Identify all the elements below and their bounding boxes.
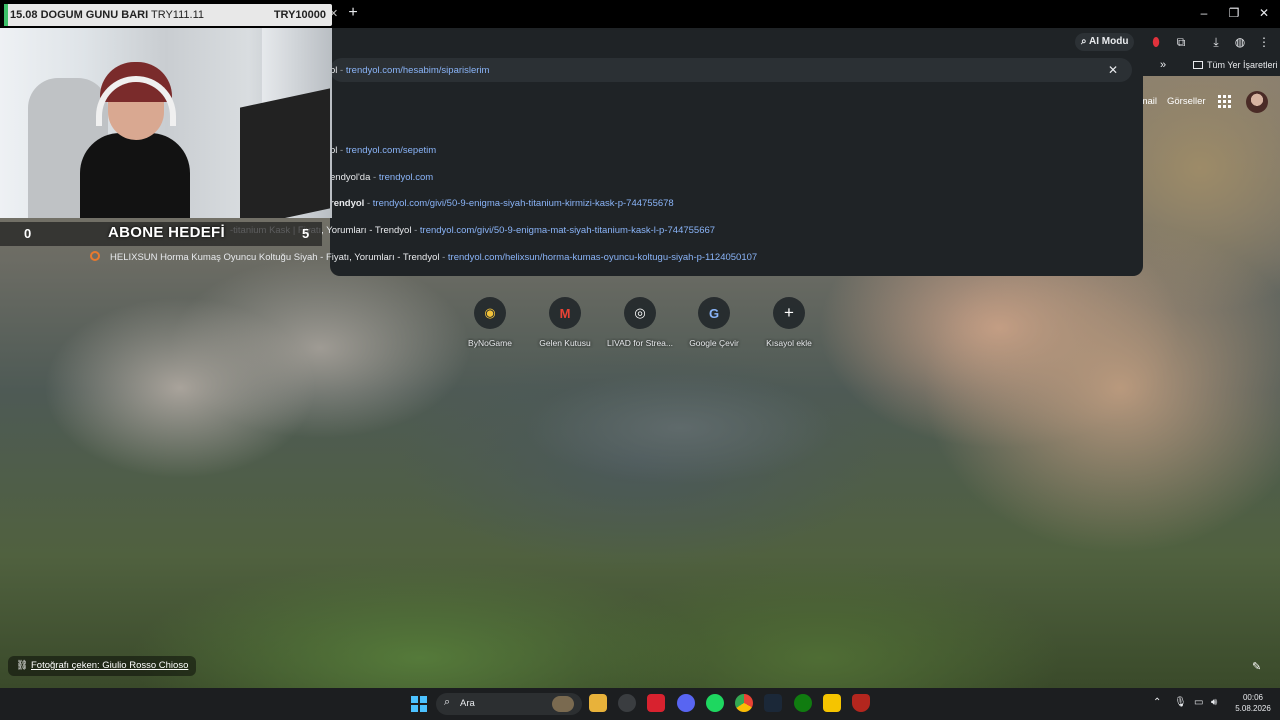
google-apps-icon[interactable] [1218,95,1232,109]
suggestion-title: HELIXSUN Horma Kumaş Oyuncu Koltuğu Siya… [110,252,440,263]
shortcut-label: Gelen Kutusu [539,338,591,348]
shortcut-label: Google Çevir [689,338,739,348]
taskbar-clock[interactable]: 00:06 5.08.2026 [1232,692,1274,714]
livad-icon: ◎ [624,297,656,329]
suggestion-url: trendyol.com/helixsun/horma-kumas-oyuncu… [447,252,758,263]
bynogame-icon: ◉ [474,297,506,329]
folder-icon [1193,61,1203,69]
donation-target-amount: TRY10000 [273,9,326,21]
subscriber-goal-title: ABONE HEDEFİ [108,224,225,241]
search-icon: ⌕ [1081,36,1090,47]
ai-mode-label: AI Modu [1089,36,1129,47]
search-placeholder: Ara [460,698,475,709]
omnibox-suggestion[interactable]: HELIXSUN Horma Kumaş Oyuncu Koltuğu Siya… [90,251,757,263]
suggestion-title: rendyol [330,198,365,209]
discord-icon[interactable] [677,694,695,712]
webcam-monitor [240,88,330,218]
spotify-icon[interactable] [706,694,724,712]
new-tab-button[interactable]: + [344,4,362,22]
google-translate-icon: G [698,297,730,329]
add-shortcut-button[interactable]: + Kısayol ekle [754,297,824,348]
chrome-icon[interactable] [735,694,753,712]
shield-icon[interactable] [852,694,870,712]
suggestion-url: trendyol.com/givi/50-9-enigma-mat-siyah-… [419,225,716,236]
windows-start-icon[interactable] [411,696,427,712]
taskbar [0,688,1280,720]
all-bookmarks-label: Tüm Yer İşaretleri [1207,60,1278,70]
subscriber-goal-target: 5 [302,226,310,241]
images-link[interactable]: Görseller [1167,96,1206,107]
suggestion-separator: - [337,145,346,156]
suggestion-separator: - [370,172,379,183]
network-icon[interactable]: ▭ [1194,697,1203,708]
gmail-link[interactable]: Gmail [1143,96,1157,110]
ai-mode-button[interactable]: ⌕ AI Modu [1075,33,1135,51]
donation-goal-title: 15.08 DOGUM GUNU BARI [10,9,149,21]
photo-credit-link[interactable]: ⛓ Fotoğrafı çeken: Giulio Rosso Chioso [8,656,197,676]
shortcut-bynogame[interactable]: ◉ ByNoGame [455,297,525,348]
close-window-button[interactable]: ✕ [1256,6,1272,20]
suggestion-separator: - [411,225,420,236]
add-icon: + [773,297,805,329]
app-icon[interactable] [618,694,636,712]
subscriber-goal-current: 0 [24,226,32,241]
microphone-icon[interactable]: 🎙︎ [1174,697,1187,708]
download-icon[interactable]: ⤓ [1208,34,1224,50]
minimize-button[interactable]: – [1196,6,1212,20]
shortcut-label: ByNoGame [468,338,512,348]
photo-credit-label: Fotoğrafı çeken: Giulio Rosso Chioso [31,660,189,671]
extension-icon[interactable]: ⬮ [1148,34,1164,50]
gmail-link-label: Gmail [1143,96,1157,107]
suggestion-url: trendyol.com [378,172,434,183]
customize-pencil-icon[interactable]: ✎ [1252,660,1261,673]
webcam-person-body [80,133,190,218]
suggestion-separator: - [439,252,448,263]
suggestion-separator: - [337,65,346,76]
shortcut-google-translate[interactable]: G Google Çevir [679,297,749,348]
profile-icon[interactable]: ◍ [1232,34,1248,50]
clear-omnibox-icon[interactable]: ✕ [1108,63,1118,77]
tray-chevron-up-icon[interactable]: ⌃ [1153,697,1161,708]
extensions-puzzle-icon[interactable]: ⧉ [1173,34,1189,50]
suggestion-url: trendyol.com/sepetim [345,145,437,156]
clock-time: 00:06 [1242,693,1264,702]
volume-icon[interactable]: 🔊︎ [1211,697,1217,708]
donation-goal-bar: 15.08 DOGUM GUNU BARI TRY111.11 TRY10000 [4,4,332,26]
omnibox-suggestion[interactable]: ol - trendyol.com/sepetim [330,145,436,156]
donation-current-amount: TRY111.11 [151,9,204,21]
search-highlight-image [552,696,574,712]
link-icon: ⛓ [16,660,29,671]
omnibox-suggestion[interactable]: rendyol - trendyol.com/givi/50-9-enigma-… [330,198,674,209]
donation-progress-fill [4,4,8,26]
menu-kebab-icon[interactable]: ⋮ [1256,34,1272,50]
app-yellow-icon[interactable] [823,694,841,712]
shortcut-gmail[interactable]: M Gelen Kutusu [530,297,600,348]
suggestion-url: trendyol.com/givi/50-9-enigma-siyah-tita… [372,198,674,209]
suggestion-url: trendyol.com/hesabim/siparislerim [345,65,490,76]
app-red-icon[interactable] [647,694,665,712]
suggestion-separator: - [364,198,373,209]
bookmarks-overflow-button[interactable]: » [1160,59,1166,71]
omnibox-suggestion[interactable]: ol - trendyol.com/hesabim/siparislerim [330,65,489,76]
search-icon: ⌕ [444,696,451,708]
shortcut-label: LIVAD for Strea... [607,338,673,348]
gmail-icon: M [549,297,581,329]
subscriber-goal-bar: 0 ABONE HEDEFİ 5 [0,218,322,248]
clock-date: 5.08.2026 [1235,704,1271,713]
google-account-avatar[interactable] [1246,91,1268,113]
all-bookmarks-button[interactable]: Tüm Yer İşaretleri [1193,60,1278,70]
file-explorer-icon[interactable] [589,694,607,712]
maximize-button[interactable]: ❐ [1226,6,1242,20]
trendyol-favicon-icon [90,251,100,261]
shortcut-label: Kısayol ekle [766,338,812,348]
taskbar-search[interactable]: ⌕ Ara [436,693,582,715]
steam-icon[interactable] [764,694,782,712]
omnibox-suggestion[interactable]: endyol'da - trendyol.com [330,172,433,183]
shortcut-livad[interactable]: ◎ LIVAD for Strea... [605,297,675,348]
suggestion-title: endyol'da [330,172,371,183]
omnibox-suggestions-panel [330,56,1143,276]
webcam-feed [0,28,332,218]
xbox-icon[interactable] [794,694,812,712]
